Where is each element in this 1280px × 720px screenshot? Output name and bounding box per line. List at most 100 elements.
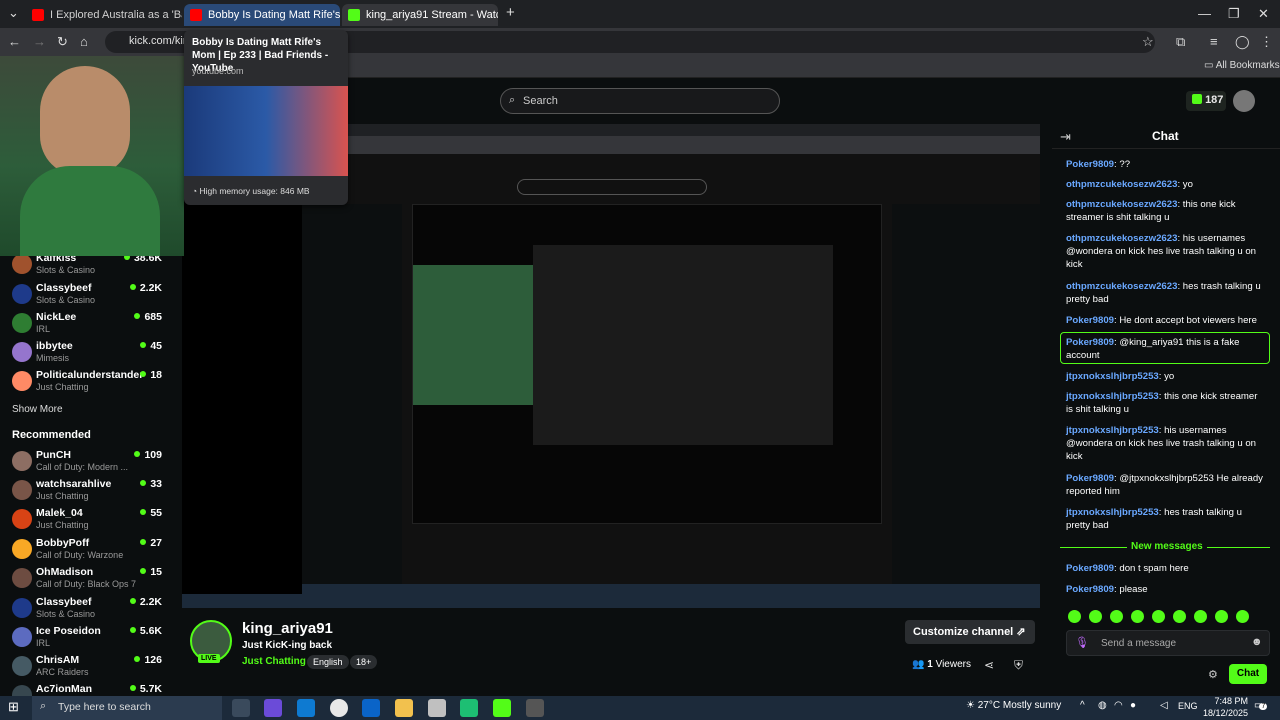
sidebar-channel[interactable]: Politicalunderstander Just Chatting 18: [12, 369, 162, 397]
close-window-icon[interactable]: ✕: [1258, 6, 1269, 22]
chat-username[interactable]: Poker9809: [1066, 563, 1114, 574]
channel-category: Call of Duty: Black Ops 7: [36, 579, 137, 589]
settings-gear-icon[interactable]: ⚙: [1208, 668, 1218, 681]
language-indicator[interactable]: ENG: [1178, 701, 1198, 711]
show-more-link[interactable]: Show More: [12, 404, 63, 415]
media-icon[interactable]: ≡: [1210, 34, 1218, 49]
reload-icon[interactable]: ↻: [57, 34, 68, 50]
emote-icon[interactable]: [1236, 610, 1249, 623]
emoji-icon[interactable]: ☻: [1251, 636, 1263, 648]
wifi-icon[interactable]: ◠: [1114, 700, 1123, 711]
network-icon[interactable]: ◍: [1098, 700, 1107, 711]
tab-kick-stream[interactable]: king_ariya91 Stream - Watch Li ✕: [342, 4, 498, 26]
maximize-icon[interactable]: ❐: [1228, 6, 1240, 22]
edge-icon[interactable]: [297, 699, 315, 717]
back-icon[interactable]: ←: [8, 34, 21, 49]
microphone-icon[interactable]: 🎙: [1075, 636, 1089, 649]
app-icon[interactable]: [428, 699, 446, 717]
sidebar-channel[interactable]: ChrisAM ARC Raiders 126: [12, 654, 162, 682]
share-icon[interactable]: ⋖: [984, 658, 994, 672]
extensions-icon[interactable]: ⧉: [1176, 34, 1185, 50]
tab-youtube-bobby[interactable]: Bobby Is Dating Matt Rife's Mo ✕: [184, 4, 340, 26]
taskbar-search[interactable]: ⌕ Type here to search: [32, 696, 222, 720]
windows-start-icon[interactable]: ⊞: [8, 699, 19, 715]
emote-icon[interactable]: [1194, 610, 1207, 623]
tag-18plus[interactable]: 18+: [350, 655, 378, 669]
weather[interactable]: ☀ 27°C Mostly sunny: [966, 700, 1061, 711]
chat-username[interactable]: jtpxnokxslhjbrp5253: [1066, 507, 1159, 518]
streamer-name[interactable]: king_ariya91: [242, 620, 333, 637]
tab-youtube-australia[interactable]: I Explored Australia as a 'Backp ✕: [26, 4, 182, 26]
file-explorer-icon[interactable]: [395, 699, 413, 717]
notification-icon[interactable]: ▭7: [1254, 700, 1268, 711]
sidebar-channel[interactable]: watchsarahlive Just Chatting 33: [12, 478, 162, 506]
volume-icon[interactable]: ◁: [1160, 700, 1168, 711]
emote-icon[interactable]: [1173, 610, 1186, 623]
chrome-icon[interactable]: [330, 699, 348, 717]
collapse-chat-icon[interactable]: ⇥: [1060, 129, 1071, 145]
sidebar-channel[interactable]: NickLee IRL 685: [12, 311, 162, 339]
new-tab-button[interactable]: +: [506, 4, 515, 21]
emote-icon[interactable]: [1152, 610, 1165, 623]
sidebar-channel[interactable]: Ice Poseidon IRL 5.6K: [12, 625, 162, 653]
channel-name: NickLee: [36, 311, 77, 323]
emote-icon[interactable]: [1089, 610, 1102, 623]
chat-username[interactable]: Poker9809: [1066, 584, 1114, 595]
chat-username[interactable]: othpmzcukekosezw2623: [1066, 199, 1177, 210]
app-icon[interactable]: [460, 699, 478, 717]
sidebar-channel[interactable]: PunCH Call of Duty: Modern ... 109: [12, 449, 162, 477]
copilot-icon[interactable]: [264, 699, 282, 717]
chat-send-button[interactable]: Chat: [1229, 664, 1267, 684]
tray-chevron-icon[interactable]: ^: [1080, 700, 1085, 711]
mod-icon[interactable]: ⛨: [1014, 658, 1023, 673]
menu-icon[interactable]: ⋮: [1260, 34, 1273, 50]
chat-username[interactable]: jtpxnokxslhjbrp5253: [1066, 425, 1159, 436]
bookmark-star-icon[interactable]: ☆: [1142, 34, 1154, 50]
kicks-balance[interactable]: 187: [1186, 91, 1226, 111]
home-icon[interactable]: ⌂: [80, 34, 88, 49]
avatar: [12, 451, 32, 471]
task-view-icon[interactable]: [232, 699, 250, 717]
chat-username[interactable]: othpmzcukekosezw2623: [1066, 179, 1177, 190]
sidebar-channel[interactable]: BobbyPoff Call of Duty: Warzone 27: [12, 537, 162, 565]
emote-icon[interactable]: [1068, 610, 1081, 623]
sidebar-channel[interactable]: Classybeef Slots & Casino 2.2K: [12, 596, 162, 624]
sidebar-channel[interactable]: ibbytee Mimesis 45: [12, 340, 162, 368]
emote-icon[interactable]: [1110, 610, 1123, 623]
settings-icon[interactable]: [526, 699, 544, 717]
tag-english[interactable]: English: [307, 655, 349, 669]
sidebar-channel[interactable]: Malek_04 Just Chatting 55: [12, 507, 162, 535]
emote-icon[interactable]: [1215, 610, 1228, 623]
chat-username[interactable]: othpmzcukekosezw2623: [1066, 233, 1177, 244]
new-messages-label[interactable]: New messages: [1127, 541, 1207, 552]
clock[interactable]: 7:48 PM 18/12/2025: [1202, 695, 1248, 719]
mic-icon[interactable]: ●: [1130, 700, 1136, 711]
profile-icon[interactable]: ◯: [1235, 34, 1250, 50]
sidebar-channel[interactable]: Ac7ionMan 5.7K: [12, 683, 162, 696]
forward-icon[interactable]: →: [33, 34, 46, 49]
chat-username[interactable]: Poker9809: [1066, 473, 1114, 484]
customize-channel-button[interactable]: Customize channel ⇗: [905, 620, 1035, 644]
sidebar-channel[interactable]: Kaifkiss Slots & Casino 38.6K: [12, 252, 162, 280]
avatar[interactable]: [1233, 90, 1255, 112]
sidebar-channel[interactable]: OhMadison Call of Duty: Black Ops 7 15: [12, 566, 162, 594]
chat-username[interactable]: jtpxnokxslhjbrp5253: [1066, 391, 1159, 402]
emote-icon[interactable]: [1131, 610, 1144, 623]
chat-username[interactable]: jtpxnokxslhjbrp5253: [1066, 371, 1159, 382]
kicks-count: 187: [1205, 94, 1224, 106]
minimize-icon[interactable]: —: [1198, 6, 1211, 21]
kick-app-icon[interactable]: [493, 699, 511, 717]
outlook-icon[interactable]: [362, 699, 380, 717]
chat-username[interactable]: Poker9809: [1066, 159, 1114, 170]
nested-video: [412, 204, 882, 524]
sidebar-channel[interactable]: Classybeef Slots & Casino 2.2K: [12, 282, 162, 310]
search-input[interactable]: ⌕ Search: [500, 88, 780, 114]
chat-username[interactable]: Poker9809: [1066, 315, 1114, 326]
chat-username[interactable]: Poker9809: [1066, 337, 1114, 348]
all-bookmarks[interactable]: ▭ All Bookmarks: [1204, 60, 1280, 71]
tab-search-icon[interactable]: ⌄: [8, 5, 19, 21]
channel-name: OhMadison: [36, 566, 94, 578]
stream-category[interactable]: Just Chatting: [242, 656, 306, 667]
chat-input[interactable]: 🎙 Send a message ☻: [1066, 630, 1270, 656]
chat-username[interactable]: othpmzcukekosezw2623: [1066, 281, 1177, 292]
